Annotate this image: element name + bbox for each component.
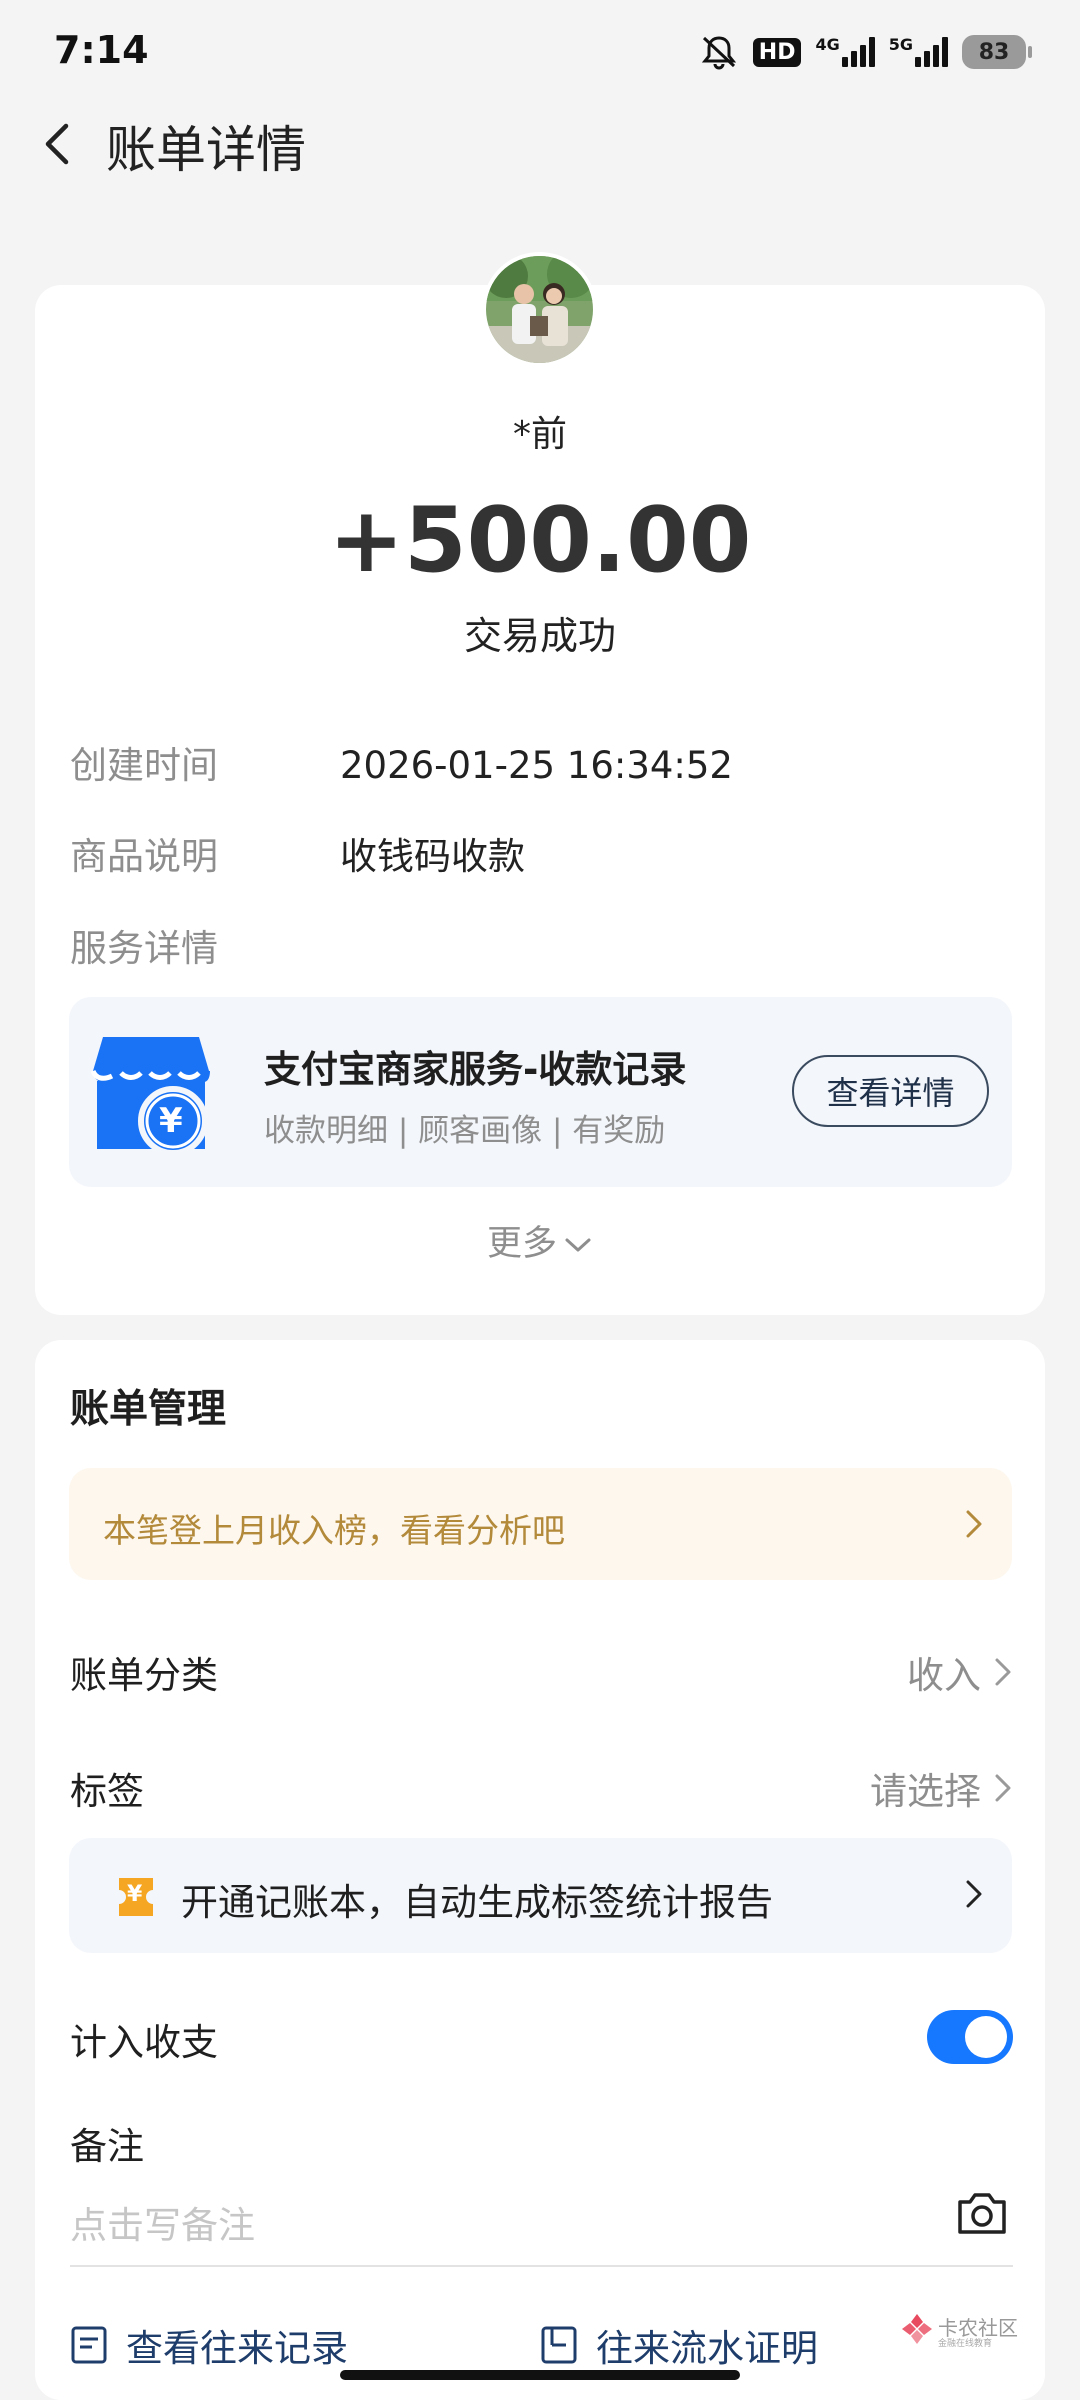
back-button[interactable] [30,114,90,174]
page-title: 账单详情 [106,121,306,179]
detail-row-created-time: 创建时间 2026-01-25 16:34:52 [70,735,733,789]
currency-symbol: ¥ [159,1101,183,1141]
more-toggle[interactable]: 更多 [0,1215,1080,1266]
chevron-left-icon [45,123,69,165]
watermark-logo-icon [902,2314,932,2344]
chevron-down-icon [565,1238,591,1252]
chevron-right-icon [966,1880,982,1908]
detail-row-service: 服务详情 [70,918,340,972]
note-input[interactable]: 点击写备注 [70,2195,255,2249]
view-records-link[interactable]: 查看往来记录 [70,2318,348,2372]
home-indicator[interactable] [340,2370,740,2380]
row-label: 标签 [70,1770,144,1813]
detail-value: 收钱码收款 [340,835,525,878]
proof-document-icon [541,2326,577,2364]
bill-category-row[interactable]: 账单分类 收入 [70,1645,1013,1699]
service-subtitle: 收款明细 | 顾客画像 | 有奖励 [264,1113,666,1149]
detail-label: 商品说明 [70,835,218,878]
row-value: 请选择 [870,1770,981,1813]
chevron-right-icon [995,1658,1011,1686]
income-ranking-tip[interactable]: 本笔登上月收入榜，看看分析吧 [69,1468,1012,1580]
section-title: 账单管理 [70,1387,227,1432]
camera-icon[interactable] [956,2188,1008,2238]
status-bar: 7:14 HD 4G 5G 83 [0,0,1080,100]
promo-icon-symbol: ¥ [127,1882,143,1907]
hd-icon: HD [752,37,802,67]
row-label: 计入收支 [70,2021,218,2064]
network-5g-label: 5G [888,35,913,54]
view-details-button[interactable]: 查看详情 [792,1055,989,1127]
detail-row-description: 商品说明 收钱码收款 [70,826,525,880]
more-label: 更多 [486,1224,557,1264]
tag-row[interactable]: 标签 请选择 [70,1761,1013,1815]
status-time: 7:14 [54,28,149,72]
status-icons: HD 4G 5G 83 [699,30,1032,74]
tip-text: 本笔登上月收入榜，看看分析吧 [103,1511,565,1550]
network-4g-label: 4G [815,35,840,54]
merchant-shop-icon: ¥ [90,1031,211,1156]
nav-bar: 账单详情 [0,100,1080,190]
chevron-right-icon [995,1774,1011,1802]
signal-bars-icon [915,37,948,67]
detail-value: 2026-01-25 16:34:52 [340,744,733,787]
records-icon [71,2326,107,2364]
transaction-proof-label: 往来流水证明 [596,2327,818,2370]
view-records-label: 查看往来记录 [126,2327,348,2370]
row-label: 账单分类 [70,1654,218,1697]
detail-label: 服务详情 [70,927,218,970]
avatar[interactable] [482,252,597,367]
row-value: 收入 [907,1654,981,1697]
merchant-service-card[interactable]: ¥ 支付宝商家服务-收款记录 收款明细 | 顾客画像 | 有奖励 查看详情 [69,997,1012,1187]
include-in-stats-toggle[interactable] [927,2010,1013,2064]
service-title: 支付宝商家服务-收款记录 [264,1048,687,1091]
row-label: 备注 [70,2125,144,2168]
ticket-icon: ¥ [115,1874,157,1920]
watermark-subtitle: 金融在线教育 [938,2339,993,2349]
ledger-promo-banner[interactable]: ¥ 开通记账本，自动生成标签统计报告 [69,1838,1012,1953]
transaction-amount: +500.00 [328,488,752,593]
signal-bars-icon [841,37,875,67]
transaction-status: 交易成功 [463,614,616,658]
divider [70,2265,1013,2267]
transaction-proof-link[interactable]: 往来流水证明 [540,2318,818,2372]
detail-label: 创建时间 [70,744,218,787]
chevron-right-icon [966,1510,982,1538]
note-row: 备注 [70,2116,1013,2170]
include-in-stats-row: 计入收支 [70,2012,1013,2066]
watermark: 卡农社区 金融在线教育 [900,2312,1020,2352]
promo-text: 开通记账本，自动生成标签统计报告 [181,1881,773,1924]
mute-bell-icon [699,34,739,70]
payer-name: *前 [512,414,567,455]
battery-icon: 83 [962,35,1032,69]
